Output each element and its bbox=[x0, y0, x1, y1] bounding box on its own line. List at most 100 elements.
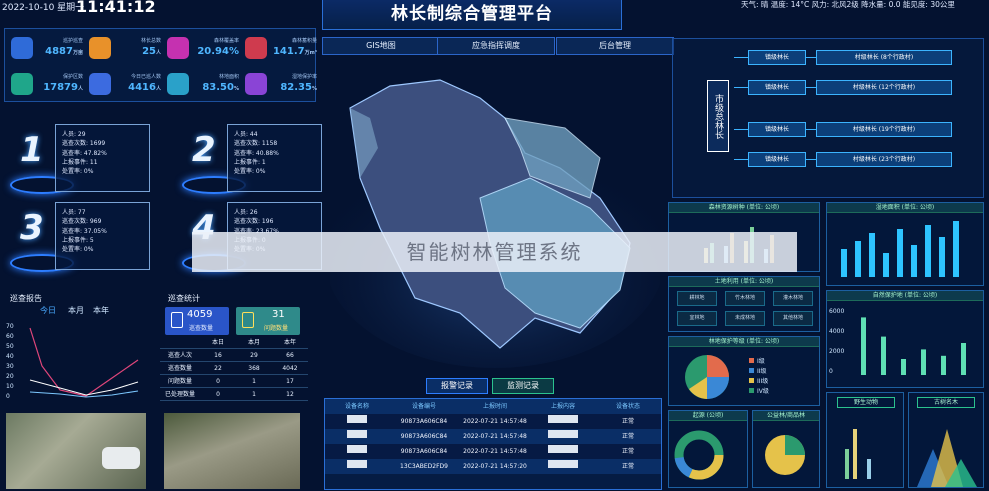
land-tile[interactable]: 耕林地 bbox=[677, 291, 717, 306]
records-row[interactable]: 90873A606C84 2022-07-21 14:57:48 正常 bbox=[325, 444, 661, 459]
device-id: 90873A606C84 bbox=[400, 418, 448, 425]
rank-events: 上报事件: 1 bbox=[234, 158, 266, 166]
records-row[interactable]: 90873A606C84 2022-07-21 14:57:48 正常 bbox=[325, 429, 661, 444]
land-tile[interactable]: 竹木林地 bbox=[725, 291, 765, 306]
town-leader-node[interactable]: 镇级林长 bbox=[748, 122, 806, 137]
town-leader-node[interactable]: 镇级林长 bbox=[748, 50, 806, 65]
stat-card: 湿地保护率 82.35% bbox=[245, 71, 317, 101]
wetland-bar bbox=[939, 237, 945, 277]
records-header: 设备状态 bbox=[615, 403, 640, 410]
device-id: 90873A606C84 bbox=[400, 433, 448, 440]
page-title: 林长制综合管理平台 bbox=[391, 4, 553, 24]
report-time: 2022-07-21 14:57:20 bbox=[463, 463, 527, 470]
legend-swatch bbox=[749, 378, 754, 383]
stat-card: 森林蓄积量 141.7万m³ bbox=[245, 35, 317, 65]
wetland-bar bbox=[855, 241, 861, 277]
table-cell: 66 bbox=[286, 352, 294, 359]
device-name bbox=[325, 414, 389, 429]
stat-value: 17879人 bbox=[43, 82, 83, 93]
nature-reserve-chart: 6000 4000 2000 0 bbox=[829, 308, 966, 375]
issue-count-value: 31 bbox=[272, 309, 285, 320]
legend-swatch bbox=[749, 358, 754, 363]
land-tile[interactable]: 灌木林地 bbox=[773, 291, 813, 306]
rank-detail-card[interactable]: 人员: 29 巡查次数: 1699 巡查率: 47.82% 上报事件: 11 处置率: … bbox=[55, 124, 150, 192]
forest-origin-donut bbox=[674, 430, 724, 480]
connector-line bbox=[806, 129, 816, 130]
rank-handle: 处置率: 0% bbox=[62, 168, 94, 176]
tab-emergency[interactable]: 应急指挥调度 bbox=[437, 37, 555, 55]
village-leader-node[interactable]: 村级林长 (19个行政村) bbox=[816, 122, 952, 137]
table-cell: 0 bbox=[216, 378, 220, 385]
region-map[interactable] bbox=[330, 58, 660, 378]
tab-gis[interactable]: GIS地图 bbox=[322, 37, 440, 55]
rank-detail-card[interactable]: 人员: 77 巡查次数: 969 巡查率: 37.05% 上报事件: 5 处置率: 0% bbox=[55, 202, 150, 270]
tab-year[interactable]: 本年 bbox=[93, 305, 109, 316]
table-row: 巡查数量 22 368 4042 bbox=[160, 362, 308, 375]
column-header bbox=[160, 337, 200, 348]
column-header: 本日 bbox=[211, 339, 224, 346]
village-leader-node[interactable]: 村级林长 (12个行政村) bbox=[816, 80, 952, 95]
device-id: 90873A606C84 bbox=[400, 448, 448, 455]
watermark-banner: 智能树林管理系统 bbox=[192, 232, 797, 272]
town-leader-node[interactable]: 镇级林长 bbox=[748, 80, 806, 95]
root-leader[interactable]: 市级总林长 bbox=[707, 80, 729, 152]
y-tick: 2000 bbox=[829, 348, 844, 355]
rank-people: 人员: 44 bbox=[234, 131, 258, 138]
device-name bbox=[325, 459, 389, 474]
tab-month[interactable]: 本月 bbox=[68, 305, 84, 316]
tab-admin[interactable]: 后台管理 bbox=[556, 37, 674, 55]
wetland-bar bbox=[869, 233, 875, 277]
table-cell: 1 bbox=[252, 391, 256, 398]
card-patrol-count: 4059 巡查数量 bbox=[165, 307, 229, 335]
village-leader-node[interactable]: 村级林长 (8个行政村) bbox=[816, 50, 952, 65]
connector-line bbox=[734, 57, 748, 58]
stat-card: 保护区数 17879人 bbox=[11, 71, 83, 101]
rank-detail-card[interactable]: 人员: 44 巡查次数: 1158 巡查率: 40.88% 上报事件: 1 处置率: 0… bbox=[227, 124, 322, 192]
y-tick: 60 bbox=[6, 333, 14, 340]
doc-icon bbox=[171, 312, 183, 328]
card-issue-count: 31 问题数量 bbox=[236, 307, 300, 335]
rank-rate: 巡查率: 37.05% bbox=[62, 227, 107, 235]
town-leader-node[interactable]: 镇级林长 bbox=[748, 152, 806, 167]
stat-label: 林长总数 bbox=[140, 38, 161, 44]
table-cell: 已处理数量 bbox=[164, 391, 195, 398]
stat-value: 141.7万m³ bbox=[272, 46, 317, 57]
connector-line bbox=[734, 87, 748, 88]
table-cell: 29 bbox=[250, 352, 258, 359]
land-tile[interactable]: 其他林地 bbox=[773, 311, 813, 326]
report-content bbox=[531, 459, 595, 474]
tab-monitor-records[interactable]: 监测记录 bbox=[492, 378, 554, 394]
device-status: 正常 bbox=[621, 433, 634, 440]
report-content bbox=[531, 414, 595, 429]
forest-resource-title: 森林资源树种 (单位: 公顷) bbox=[669, 203, 819, 213]
camera-photo-1[interactable] bbox=[6, 413, 146, 489]
nature-reserve-title: 自然保护地 (单位: 公顷) bbox=[827, 291, 983, 301]
stat-icon bbox=[167, 37, 189, 59]
fauna-title[interactable]: 野生动物 bbox=[837, 397, 895, 408]
flora-title[interactable]: 古树名木 bbox=[917, 397, 975, 408]
patrol-report-title: 巡查报告 bbox=[10, 294, 42, 303]
y-tick: 70 bbox=[6, 323, 14, 330]
stat-value: 82.35% bbox=[280, 82, 317, 93]
report-time: 2022-07-21 14:57:48 bbox=[463, 448, 527, 455]
camera-photo-2[interactable] bbox=[164, 413, 300, 489]
land-tile[interactable]: 未成林地 bbox=[725, 311, 765, 326]
rank-rate: 巡查率: 40.88% bbox=[234, 149, 279, 157]
legend-swatch bbox=[749, 368, 754, 373]
reserve-bar bbox=[881, 336, 886, 375]
records-row[interactable]: 90873A606C84 2022-07-21 14:57:48 正常 bbox=[325, 414, 661, 429]
rank-people: 人员: 77 bbox=[62, 209, 86, 216]
device-name bbox=[325, 429, 389, 444]
stat-value: 4887万亩 bbox=[45, 46, 83, 57]
wetland-bar bbox=[925, 225, 931, 277]
wetland-bar bbox=[953, 221, 959, 277]
table-cell: 1 bbox=[252, 378, 256, 385]
reserve-bar bbox=[921, 349, 926, 375]
records-row[interactable]: 13C3ABED2FD9 2022-07-21 14:57:20 正常 bbox=[325, 459, 661, 474]
village-leader-node[interactable]: 村级林长 (23个行政村) bbox=[816, 152, 952, 167]
tab-today[interactable]: 今日 bbox=[40, 305, 56, 316]
y-tick: 0 bbox=[6, 393, 10, 400]
land-tile[interactable]: 宜林地 bbox=[677, 311, 717, 326]
tab-alarm-records[interactable]: 报警记录 bbox=[426, 378, 488, 394]
public-forest-pie bbox=[765, 435, 805, 475]
